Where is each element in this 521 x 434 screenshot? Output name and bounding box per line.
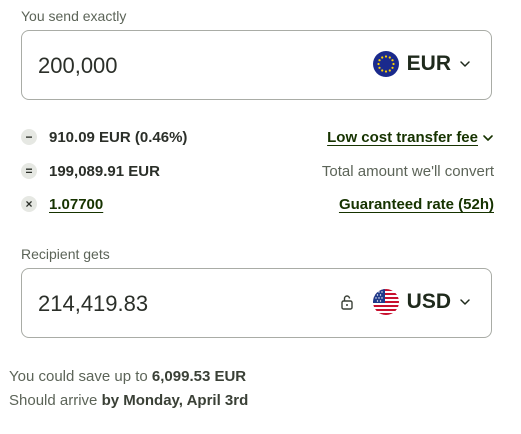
send-amount-input[interactable]: 200,000 xyxy=(38,53,118,79)
chevron-down-icon xyxy=(483,134,493,141)
receive-label: Recipient gets xyxy=(21,246,110,262)
guaranteed-rate-link[interactable]: Guaranteed rate (52h) xyxy=(339,196,494,213)
receive-amount-box[interactable]: 214,419.83 USD xyxy=(21,268,492,338)
convert-label: Total amount we'll convert xyxy=(321,163,494,180)
equals-operator-icon: = xyxy=(21,163,37,179)
savings-text: You could save up to 6,099.53 EUR xyxy=(9,368,246,385)
chevron-down-icon xyxy=(460,299,470,305)
minus-operator-icon: − xyxy=(21,129,37,145)
receive-amount-input[interactable]: 214,419.83 xyxy=(38,291,148,317)
arrival-text: Should arrive by Monday, April 3rd xyxy=(9,392,248,409)
fee-type-label: Low cost transfer fee xyxy=(327,129,478,146)
arrival-date: by Monday, April 3rd xyxy=(101,392,249,409)
fee-row: − 910.09 EUR (0.46%) Low cost transfer f… xyxy=(21,127,494,151)
convert-amount: 199,089.91 EUR xyxy=(49,163,160,180)
unlock-icon[interactable] xyxy=(340,294,354,310)
send-currency-code: EUR xyxy=(406,52,451,75)
chevron-down-icon xyxy=(460,61,470,67)
receive-currency-selector[interactable]: USD xyxy=(372,289,471,315)
multiply-operator-icon: × xyxy=(21,196,37,212)
fee-type-dropdown[interactable]: Low cost transfer fee xyxy=(327,129,494,146)
eu-flag-icon xyxy=(372,51,399,77)
convert-row: = 199,089.91 EUR Total amount we'll conv… xyxy=(21,161,494,185)
arrival-prefix: Should arrive xyxy=(9,392,98,409)
rate-row: × 1.07700 Guaranteed rate (52h) xyxy=(21,194,494,218)
receive-currency-code: USD xyxy=(406,290,451,313)
savings-amount: 6,099.53 EUR xyxy=(151,368,247,385)
send-label: You send exactly xyxy=(21,8,127,24)
savings-prefix: You could save up to xyxy=(9,368,148,385)
send-amount-box[interactable]: 200,000 EUR xyxy=(21,30,492,100)
guaranteed-rate-label: Guaranteed rate (52h) xyxy=(338,196,494,213)
fee-amount: 910.09 EUR (0.46%) xyxy=(49,129,188,146)
exchange-rate-link[interactable]: 1.07700 xyxy=(49,196,103,213)
us-flag-icon xyxy=(372,289,399,315)
send-currency-selector[interactable]: EUR xyxy=(372,51,471,77)
